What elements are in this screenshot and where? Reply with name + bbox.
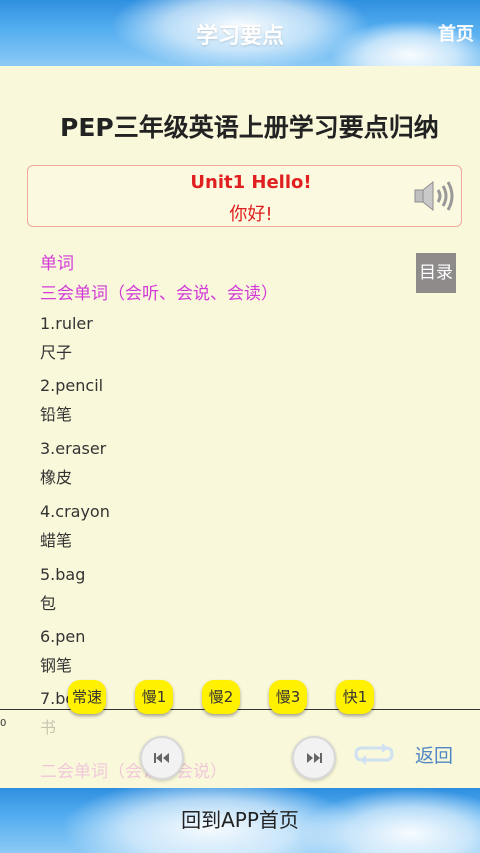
- next-button[interactable]: [292, 736, 336, 780]
- word-en: 2.pencil: [40, 376, 104, 395]
- header-title: 学习要点: [195, 24, 284, 49]
- section-subheading: 三会单词（会听、会说、会读）: [40, 284, 278, 304]
- speed-fast1-button[interactable]: 快1: [336, 680, 374, 714]
- word-en: 6.pen: [40, 627, 86, 646]
- word-zh: 铅笔: [40, 405, 73, 424]
- time-label: 0: [0, 718, 7, 729]
- word-zh: 蜡笔: [40, 531, 73, 550]
- page-title: PEP三年级英语上册学习要点归纳: [60, 113, 439, 142]
- back-button[interactable]: 返回: [415, 741, 453, 768]
- section-next-heading: 二会单词（会认、会说）: [40, 762, 227, 782]
- word-en: 3.eraser: [40, 439, 107, 458]
- toc-button[interactable]: 目录: [416, 253, 456, 293]
- speed-slow1-button[interactable]: 慢1: [135, 680, 173, 714]
- speaker-icon[interactable]: [413, 179, 455, 213]
- skip-previous-icon: [154, 753, 169, 763]
- word-en: 5.bag: [40, 565, 86, 584]
- word-zh: 钢笔: [40, 656, 73, 675]
- previous-button[interactable]: [140, 736, 184, 780]
- speed-slow3-button[interactable]: 慢3: [269, 680, 307, 714]
- speed-normal-button[interactable]: 常速: [68, 680, 106, 714]
- word-zh: 包: [40, 594, 57, 613]
- section-heading: 单词: [40, 254, 74, 274]
- word-zh: 书: [40, 718, 57, 737]
- skip-next-icon: [307, 753, 322, 763]
- word-en: 4.crayon: [40, 502, 110, 521]
- word-zh: 尺子: [40, 343, 73, 362]
- repeat-icon[interactable]: [352, 738, 396, 770]
- unit-card: Unit1 Hello! 你好!: [27, 165, 462, 227]
- word-en: 1.ruler: [40, 314, 93, 333]
- word-zh: 橡皮: [40, 468, 73, 487]
- back-to-app-home-button[interactable]: 回到APP首页: [0, 804, 480, 833]
- unit-title-zh: 你好!: [229, 204, 273, 225]
- home-button[interactable]: 首页: [438, 20, 474, 46]
- speed-slow2-button[interactable]: 慢2: [202, 680, 240, 714]
- unit-title-en: Unit1 Hello!: [190, 172, 312, 193]
